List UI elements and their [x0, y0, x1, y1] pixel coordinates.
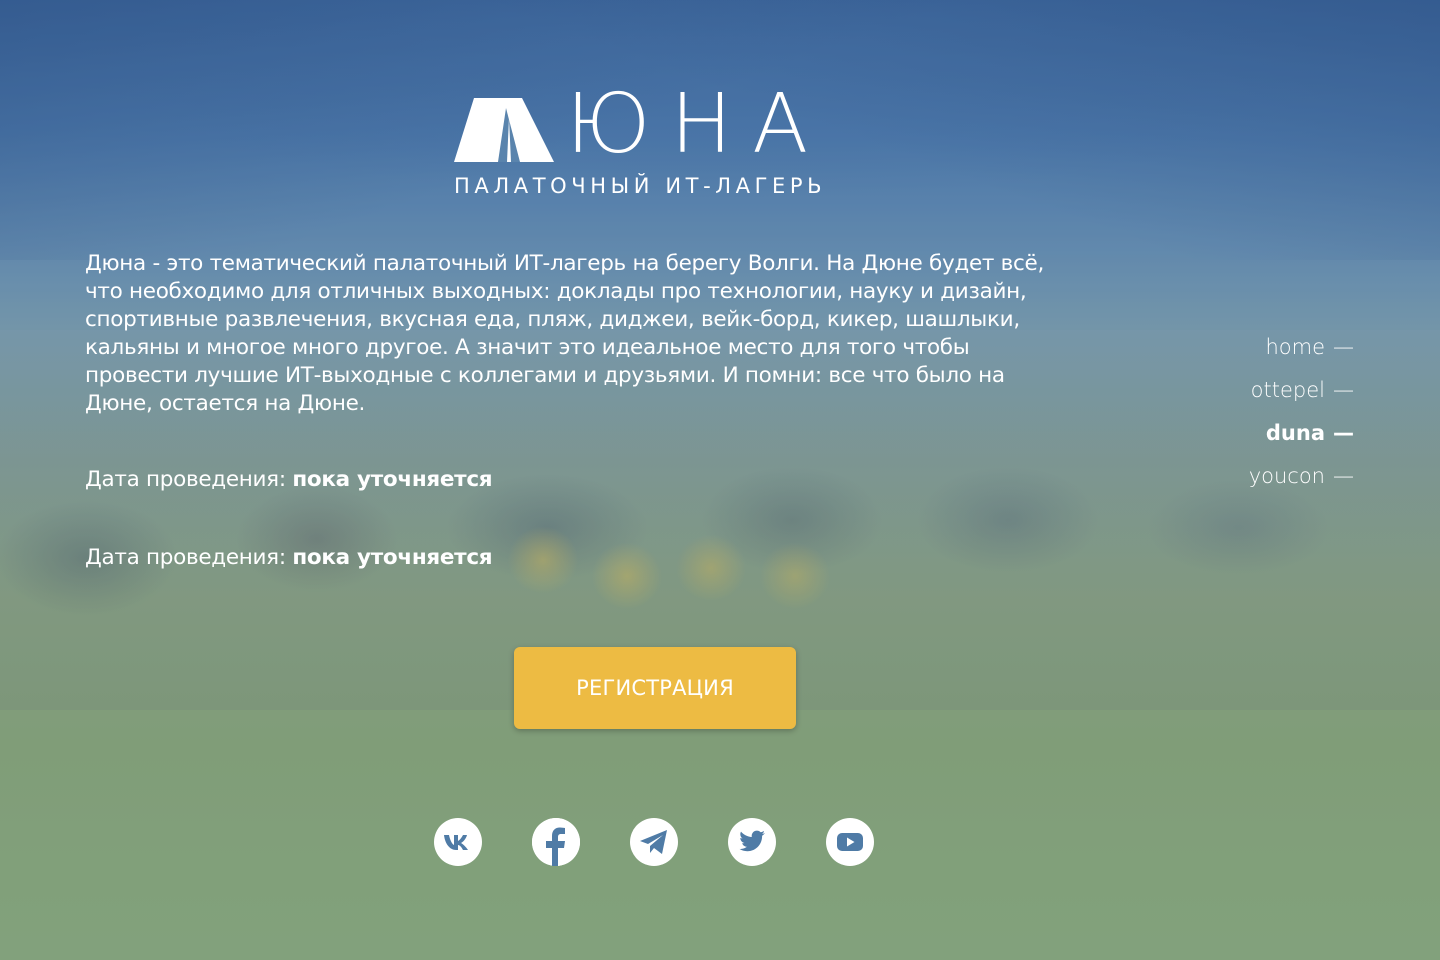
nav-item-home[interactable]: home — — [1249, 326, 1354, 369]
twitter-icon — [739, 830, 765, 852]
nav-dash: — — [1333, 335, 1354, 359]
nav-item-duna[interactable]: duna — — [1249, 412, 1354, 455]
twitter-link[interactable] — [728, 818, 776, 866]
nav-item-ottepel[interactable]: ottepel — — [1249, 369, 1354, 412]
tent-logo-icon — [454, 98, 554, 162]
nav-item-label: ottepel — [1250, 378, 1325, 402]
event-date-label: Дата проведения: — [85, 545, 286, 570]
youtube-icon — [837, 833, 863, 851]
facebook-icon — [532, 818, 580, 866]
facebook-link[interactable] — [532, 818, 580, 866]
nav-item-label: duna — [1265, 421, 1325, 445]
nav-dash: — — [1333, 378, 1354, 402]
site-logo[interactable]: ЮНА ПАЛАТОЧНЫЙ ИТ-ЛАГЕРЬ — [454, 84, 864, 204]
nav-dash: — — [1333, 464, 1354, 488]
nav-item-label: youcon — [1248, 464, 1325, 488]
register-button[interactable]: РЕГИСТРАЦИЯ — [514, 647, 796, 729]
event-date: Дата проведения: пока уточняется — [85, 467, 493, 492]
youtube-link[interactable] — [826, 818, 874, 866]
vk-icon — [444, 835, 468, 850]
nav-dash: — — [1333, 421, 1354, 445]
event-date: Дата проведения: пока уточняется — [85, 545, 493, 570]
telegram-link[interactable] — [630, 818, 678, 866]
logo-subtitle: ПАЛАТОЧНЫЙ ИТ-ЛАГЕРЬ — [454, 174, 827, 198]
nav-item-youcon[interactable]: youcon — — [1249, 455, 1354, 498]
telegram-icon — [640, 830, 667, 854]
logo-wordmark: ЮНА — [566, 77, 829, 172]
event-date-value: пока уточняется — [292, 467, 493, 492]
social-links — [434, 818, 874, 866]
vk-link[interactable] — [434, 818, 482, 866]
event-date-label: Дата проведения: — [85, 467, 286, 492]
event-date-value: пока уточняется — [292, 545, 493, 570]
side-nav: home — ottepel — duna — youcon — — [1249, 326, 1354, 498]
nav-item-label: home — [1265, 335, 1325, 359]
event-description: Дюна - это тематический палаточный ИТ-ла… — [85, 251, 1045, 416]
